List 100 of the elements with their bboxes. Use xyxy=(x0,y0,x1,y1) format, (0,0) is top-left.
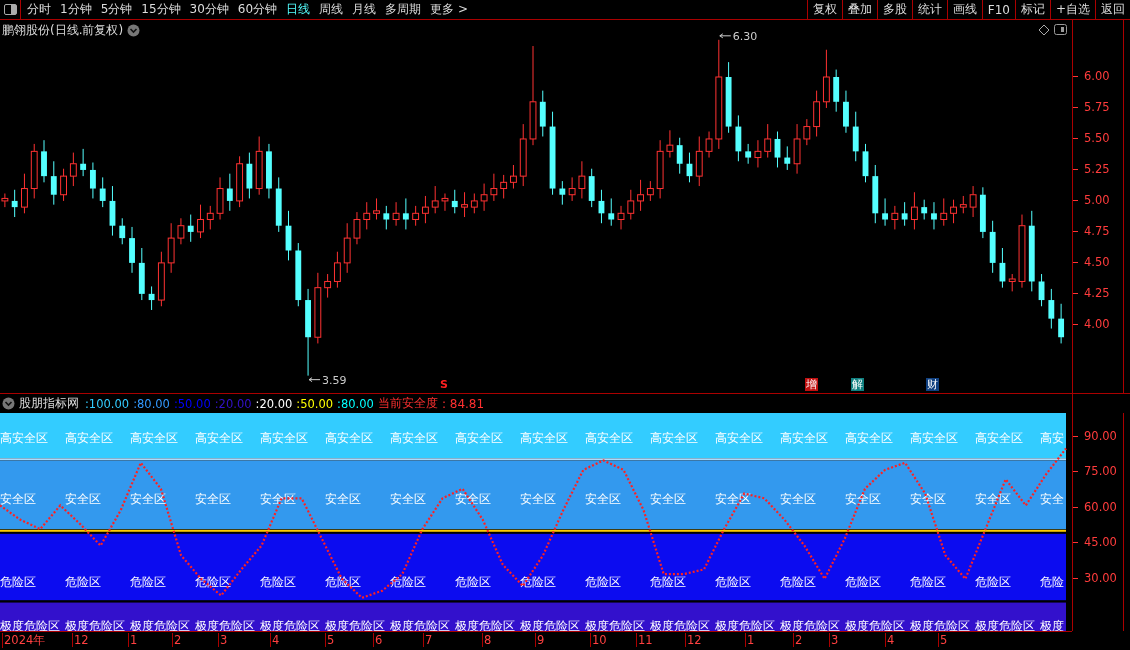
period-tab[interactable]: 分时 xyxy=(27,1,51,18)
tick-mark xyxy=(1073,106,1078,108)
candlestick xyxy=(559,180,566,206)
zone-label: 极度危险区 xyxy=(715,619,775,631)
event-tag[interactable]: 增 xyxy=(805,378,818,391)
event-tag[interactable]: 解 xyxy=(851,378,864,391)
toolbar-button[interactable]: 多股 xyxy=(876,0,912,19)
candlestick xyxy=(921,199,928,220)
zone-label: 高安全区 xyxy=(390,430,438,445)
period-tab[interactable]: 15分钟 xyxy=(141,1,181,18)
dropdown-icon[interactable] xyxy=(2,397,15,410)
indicator-label: 90.00 xyxy=(1084,428,1117,443)
candlestick xyxy=(578,160,586,199)
candlestick xyxy=(490,173,498,202)
tick-mark xyxy=(1073,323,1078,325)
candlestick xyxy=(911,191,918,230)
candlestick xyxy=(959,195,967,214)
candlestick xyxy=(402,197,409,230)
panel-toggle-icon[interactable] xyxy=(1054,24,1067,35)
period-tab[interactable]: 日线 xyxy=(286,1,311,18)
zone-label: 安全区 xyxy=(65,492,101,507)
event-tag[interactable]: 财 xyxy=(926,378,939,391)
zone-label: 安全区 xyxy=(390,492,426,507)
toolbar-button[interactable]: 叠加 xyxy=(841,0,877,19)
tick-mark xyxy=(1073,168,1078,170)
candlestick xyxy=(255,136,263,196)
zone-label: 高安全区 xyxy=(0,430,48,445)
date-label: 4 xyxy=(270,633,280,647)
zone-label: 极度危险区 xyxy=(975,619,1035,631)
period-tab[interactable]: 30分钟 xyxy=(189,1,229,18)
zone-label: 危险区 xyxy=(780,575,816,590)
period-tab[interactable]: 1分钟 xyxy=(60,1,92,18)
zone-label: 危险区 xyxy=(520,575,556,590)
candlestick xyxy=(197,204,204,239)
date-label: 5 xyxy=(938,633,948,647)
toolbar-button[interactable]: +自选 xyxy=(1049,0,1095,19)
period-tab[interactable]: 月线 xyxy=(352,1,377,18)
date-label: 3 xyxy=(218,633,228,647)
zone-label: 危险区 xyxy=(585,575,621,590)
dropdown-icon[interactable] xyxy=(127,24,141,37)
toolbar-button[interactable]: F10 xyxy=(981,0,1015,19)
zone-label: 高安全区 xyxy=(455,430,503,445)
candlestick xyxy=(21,173,28,214)
toolbar-button[interactable]: 返回 xyxy=(1095,0,1130,19)
zone-label: 危险区 xyxy=(845,575,881,590)
candlestick xyxy=(500,174,508,199)
candlestick xyxy=(784,145,791,171)
period-tab[interactable]: 60分钟 xyxy=(237,1,278,18)
legend-value: :20.00 xyxy=(255,396,293,411)
price-label: 5.75 xyxy=(1084,99,1110,114)
candlestick xyxy=(177,217,185,245)
zone-label: 安全区 xyxy=(260,492,296,507)
price-label: 5.25 xyxy=(1084,161,1110,176)
zone-label: 高安全区 xyxy=(845,430,893,445)
zone-label: 危险区 xyxy=(0,575,36,590)
candlestick xyxy=(1008,273,1016,292)
candlestick xyxy=(735,114,742,162)
candlestick xyxy=(1038,273,1045,307)
zone-label: 极度危险区 xyxy=(650,619,710,631)
zone-label: 安全区 xyxy=(0,492,36,507)
candlestick xyxy=(412,205,420,227)
candlestick xyxy=(568,176,576,202)
period-tab[interactable]: 更多 > xyxy=(430,1,468,18)
date-label: 8 xyxy=(482,633,492,647)
candlestick xyxy=(608,197,615,227)
price-label: 4.50 xyxy=(1084,254,1110,269)
indicator-label: 75.00 xyxy=(1084,464,1117,479)
price-label: 5.50 xyxy=(1084,130,1110,145)
candlestick xyxy=(705,131,713,159)
toolbar-button[interactable]: 复权 xyxy=(806,0,842,19)
candlestick xyxy=(167,222,175,274)
toolbar-button[interactable]: 统计 xyxy=(911,0,947,19)
zone-label: 危险 xyxy=(1040,575,1064,590)
zone-label: 高安全区 xyxy=(520,430,568,445)
zone-label: 极度危险区 xyxy=(65,619,125,631)
legend-value: :50.00 xyxy=(296,396,334,411)
tick-mark xyxy=(1073,542,1078,544)
zone-label: 极度危险区 xyxy=(585,619,645,631)
zone-label: 高安全区 xyxy=(780,430,828,445)
period-tab[interactable]: 5分钟 xyxy=(100,1,133,18)
candlestick xyxy=(774,131,781,168)
candlestick xyxy=(206,205,214,230)
candlestick xyxy=(285,210,292,261)
period-tab[interactable]: 周线 xyxy=(319,1,344,18)
candlestick xyxy=(431,185,439,214)
zone-label: 极度危险区 xyxy=(455,619,515,631)
period-tab[interactable]: 多周期 xyxy=(385,1,422,18)
zone-label: 安全区 xyxy=(975,492,1011,507)
zone-label: 安全区 xyxy=(195,492,231,507)
zone-label: 高安全区 xyxy=(585,430,633,445)
candlestick xyxy=(754,139,762,168)
diamond-icon[interactable] xyxy=(1038,24,1050,36)
candlestick xyxy=(999,247,1006,289)
zone-label: 危险区 xyxy=(715,575,751,590)
candlestick xyxy=(1058,303,1065,344)
toolbar-button[interactable]: 画线 xyxy=(946,0,982,19)
toolbar-button[interactable]: 标记 xyxy=(1014,0,1050,19)
date-label: 10 xyxy=(590,633,607,647)
candlestick xyxy=(187,214,194,243)
zone-label: 高安全区 xyxy=(65,430,113,445)
